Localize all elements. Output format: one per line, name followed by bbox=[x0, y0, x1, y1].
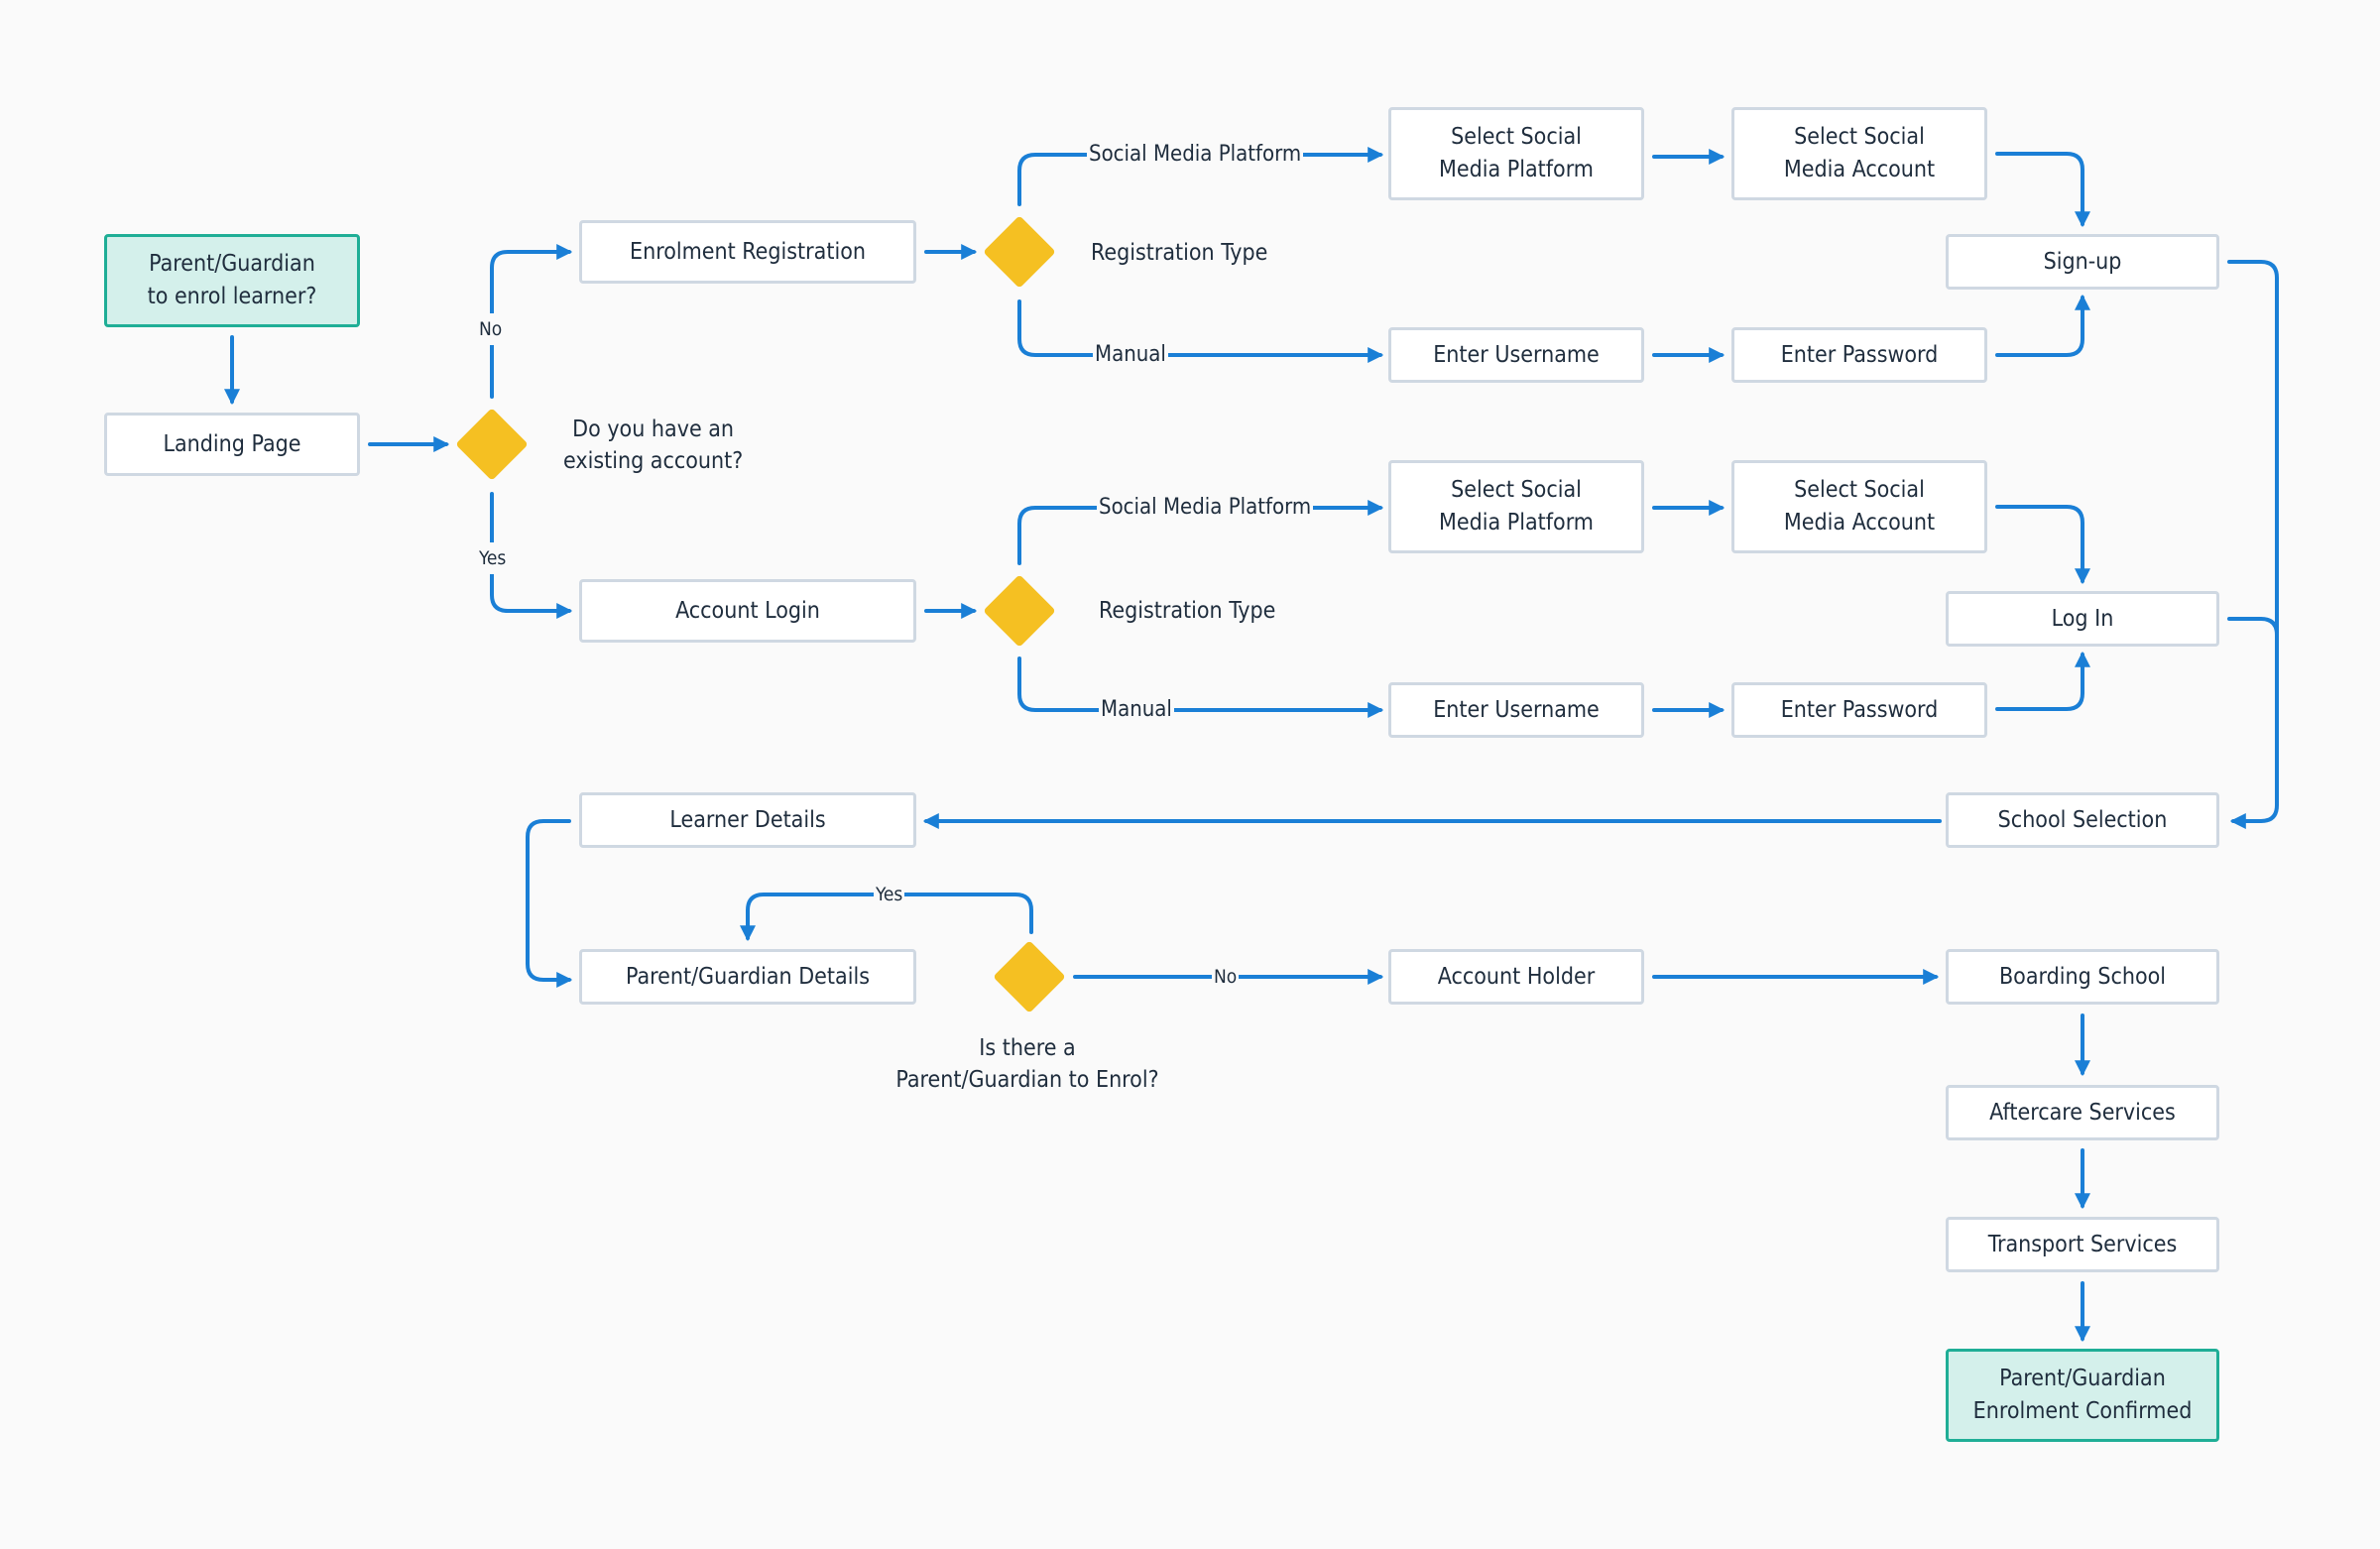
start-node[interactable]: Parent/Guardian to enrol learner? bbox=[104, 234, 360, 327]
login-enter-password-node[interactable]: Enter Password bbox=[1731, 682, 1987, 738]
parent-guardian-details-node[interactable]: Parent/Guardian Details bbox=[579, 949, 916, 1005]
edge-r-password-to-signup bbox=[1995, 294, 2090, 357]
registration-type-label-2: Registration Type bbox=[1099, 598, 1276, 624]
edge-label-no: No bbox=[477, 313, 505, 345]
edge-signup-to-school bbox=[2227, 260, 2279, 829]
edge-l-password-to-login bbox=[1995, 651, 2090, 711]
edge-login-to-school bbox=[2227, 617, 2279, 637]
log-in-node[interactable]: Log In bbox=[1946, 591, 2219, 647]
edge-learner-to-pgdetails bbox=[526, 819, 573, 988]
transport-services-node[interactable]: Transport Services bbox=[1946, 1217, 2219, 1272]
edge-label-manual-2: Manual bbox=[1099, 694, 1174, 726]
reg-select-social-platform-node[interactable]: Select Social Media Platform bbox=[1388, 107, 1644, 200]
edge-r-account-to-signup bbox=[1995, 152, 2090, 228]
learner-details-node[interactable]: Learner Details bbox=[579, 792, 916, 848]
edge-l-account-to-login bbox=[1995, 505, 2090, 585]
enrolment-registration-node[interactable]: Enrolment Registration bbox=[579, 220, 916, 284]
pg-to-enrol-label: Is there a Parent/Guardian to Enrol? bbox=[895, 1035, 1159, 1093]
edge-reg-manual bbox=[1017, 299, 1384, 363]
account-holder-node[interactable]: Account Holder bbox=[1388, 949, 1644, 1005]
existing-account-label: Do you have an existing account? bbox=[563, 417, 744, 474]
aftercare-services-node[interactable]: Aftercare Services bbox=[1946, 1085, 2219, 1140]
end-node[interactable]: Parent/Guardian Enrolment Confirmed bbox=[1946, 1349, 2219, 1442]
registration-type-label-1: Registration Type bbox=[1091, 240, 1268, 266]
edge-label-manual-1: Manual bbox=[1093, 339, 1168, 371]
account-login-node[interactable]: Account Login bbox=[579, 579, 916, 643]
school-selection-node[interactable]: School Selection bbox=[1946, 792, 2219, 848]
connectors bbox=[224, 147, 2279, 1343]
edge-label-social-2: Social Media Platform bbox=[1097, 492, 1314, 524]
login-select-social-platform-node[interactable]: Select Social Media Platform bbox=[1388, 460, 1644, 553]
boarding-school-node[interactable]: Boarding School bbox=[1946, 949, 2219, 1005]
edge-label-pg-no: No bbox=[1212, 961, 1240, 993]
edge-log-manual bbox=[1017, 656, 1384, 718]
login-enter-username-node[interactable]: Enter Username bbox=[1388, 682, 1644, 738]
reg-select-social-account-node[interactable]: Select Social Media Account bbox=[1731, 107, 1987, 200]
login-select-social-account-node[interactable]: Select Social Media Account bbox=[1731, 460, 1987, 553]
reg-enter-username-node[interactable]: Enter Username bbox=[1388, 327, 1644, 383]
sign-up-node[interactable]: Sign-up bbox=[1946, 234, 2219, 290]
edge-label-yes: Yes bbox=[477, 542, 509, 574]
reg-enter-password-node[interactable]: Enter Password bbox=[1731, 327, 1987, 383]
edge-label-social-1: Social Media Platform bbox=[1087, 139, 1304, 171]
edge-label-pg-yes: Yes bbox=[874, 879, 905, 910]
landing-page-node[interactable]: Landing Page bbox=[104, 413, 360, 476]
